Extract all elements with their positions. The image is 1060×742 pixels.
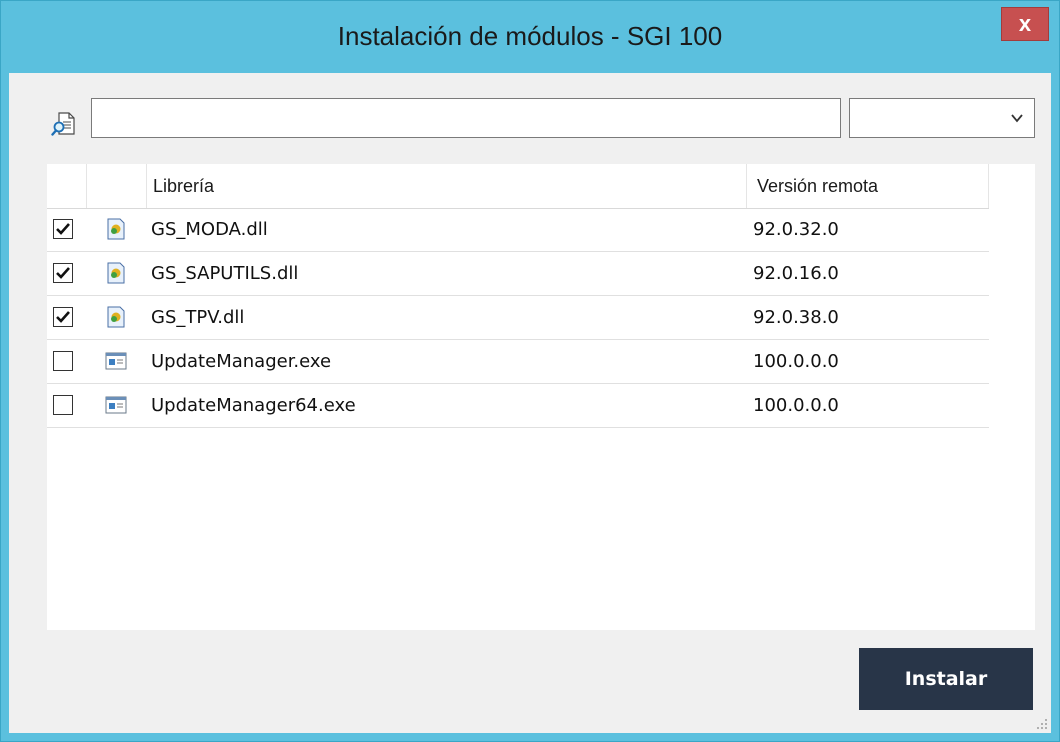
filter-dropdown[interactable] — [849, 98, 1035, 138]
row-remote-version: 92.0.16.0 — [753, 263, 839, 284]
table-row[interactable]: UpdateManager.exe 100.0.0.0 — [47, 340, 989, 384]
row-remote-version: 100.0.0.0 — [753, 351, 839, 372]
header-check-column[interactable] — [47, 164, 87, 208]
dll-icon — [107, 218, 125, 240]
table-row[interactable]: UpdateManager64.exe 100.0.0.0 — [47, 384, 989, 428]
row-library-name: UpdateManager.exe — [151, 351, 332, 372]
check-icon — [56, 267, 70, 279]
header-library[interactable]: Librería — [147, 164, 747, 208]
check-icon — [56, 223, 70, 235]
dialog-body: Librería Versión remota GS_MODA.dll 92.0… — [9, 73, 1051, 733]
resize-grip-icon[interactable] — [1034, 716, 1048, 730]
row-remote-version: 92.0.38.0 — [753, 307, 839, 328]
header-icon-column[interactable] — [87, 164, 147, 208]
row-library-name: GS_MODA.dll — [151, 219, 268, 240]
row-checkbox[interactable] — [53, 307, 73, 327]
table-row[interactable]: GS_TPV.dll 92.0.38.0 — [47, 296, 989, 340]
row-library-name: GS_SAPUTILS.dll — [151, 263, 299, 284]
row-checkbox[interactable] — [53, 263, 73, 283]
table-row[interactable]: GS_MODA.dll 92.0.32.0 — [47, 208, 989, 252]
title-bar[interactable]: Instalación de módulos - SGI 100 x — [1, 1, 1059, 73]
grid-header: Librería Versión remota — [47, 164, 989, 209]
close-button[interactable]: x — [1001, 7, 1049, 41]
find-document-icon[interactable] — [51, 111, 77, 137]
row-library-name: GS_TPV.dll — [151, 307, 245, 328]
row-checkbox[interactable] — [53, 351, 73, 371]
modules-grid[interactable]: Librería Versión remota GS_MODA.dll 92.0… — [47, 164, 1035, 630]
search-input[interactable] — [91, 98, 841, 138]
row-checkbox[interactable] — [53, 219, 73, 239]
row-library-name: UpdateManager64.exe — [151, 395, 356, 416]
table-row[interactable]: GS_SAPUTILS.dll 92.0.16.0 — [47, 252, 989, 296]
row-checkbox[interactable] — [53, 395, 73, 415]
exe-icon — [105, 396, 127, 414]
chevron-down-icon — [1011, 114, 1023, 123]
check-icon — [56, 311, 70, 323]
dialog-window: Instalación de módulos - SGI 100 x Libre… — [0, 0, 1060, 742]
install-button[interactable]: Instalar — [859, 648, 1033, 710]
exe-icon — [105, 352, 127, 370]
row-remote-version: 100.0.0.0 — [753, 395, 839, 416]
window-title: Instalación de módulos - SGI 100 — [337, 21, 723, 51]
dll-icon — [107, 262, 125, 284]
dll-icon — [107, 306, 125, 328]
row-remote-version: 92.0.32.0 — [753, 219, 839, 240]
header-remote-version[interactable]: Versión remota — [747, 164, 989, 208]
